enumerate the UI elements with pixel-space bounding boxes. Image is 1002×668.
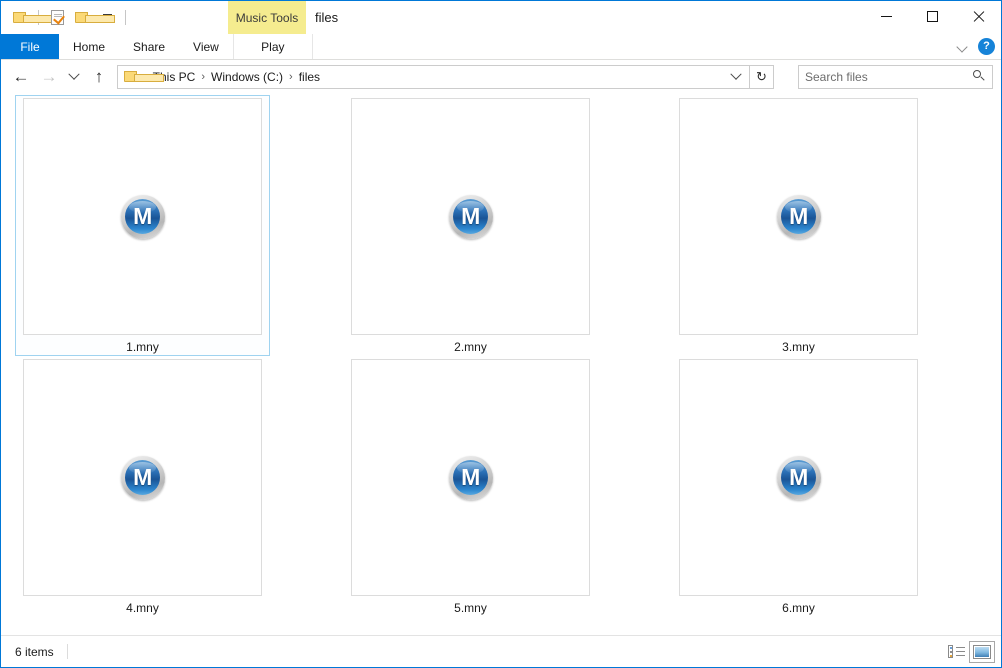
address-bar: ← → ↑ › This PC › Windows (C:) › files: [1, 60, 1001, 93]
money-file-icon: M: [449, 195, 493, 239]
qat-separator-2: [125, 10, 126, 25]
folder-icon[interactable]: [9, 7, 31, 29]
ribbon-right-controls: ?: [957, 34, 995, 59]
tab-home[interactable]: Home: [59, 34, 119, 59]
file-name-label: 6.mny: [782, 600, 815, 616]
breadcrumb[interactable]: › This PC › Windows (C:) › files: [117, 65, 750, 89]
details-view-icon: [948, 645, 965, 658]
money-icon-letter: M: [133, 466, 152, 489]
money-icon-letter: M: [461, 205, 480, 228]
item-count-label: 6 items: [15, 645, 54, 659]
money-icon-letter: M: [789, 205, 808, 228]
file-name-label: 4.mny: [126, 600, 159, 616]
file-grid: M 1.mny M 2.mny M 3.mn: [15, 95, 1001, 617]
chevron-down-icon[interactable]: [957, 41, 969, 53]
minimize-button[interactable]: [863, 1, 909, 31]
money-file-icon: M: [121, 195, 165, 239]
money-file-icon: M: [121, 456, 165, 500]
back-arrow-icon: ←: [13, 68, 30, 85]
new-folder-icon[interactable]: [71, 7, 93, 29]
file-item[interactable]: M 5.mny: [343, 356, 598, 617]
breadcrumb-item-windows-c[interactable]: Windows (C:): [207, 70, 287, 84]
maximize-icon: [927, 11, 938, 22]
large-icons-view-icon: [973, 645, 991, 659]
file-item[interactable]: M 2.mny: [343, 95, 598, 356]
contextual-tab-header: Music Tools: [228, 1, 306, 34]
money-file-icon: M: [777, 195, 821, 239]
breadcrumb-item-files[interactable]: files: [295, 70, 324, 84]
file-thumbnail: M: [679, 98, 918, 335]
file-thumbnail: M: [351, 359, 590, 596]
money-icon-letter: M: [133, 205, 152, 228]
address-dropdown-button[interactable]: [725, 66, 747, 88]
new-folder-glyph: [75, 11, 90, 24]
up-arrow-icon: ↑: [95, 68, 104, 85]
file-thumbnail: M: [351, 98, 590, 335]
file-item[interactable]: M 6.mny: [671, 356, 926, 617]
minimize-icon: [881, 16, 892, 17]
file-explorer-window: Music Tools files File Home Share View P…: [0, 0, 1002, 668]
help-icon[interactable]: ?: [978, 38, 995, 55]
file-list-area[interactable]: M 1.mny M 2.mny M 3.mn: [1, 93, 1001, 635]
forward-arrow-icon: →: [41, 68, 58, 85]
title-bar: Music Tools files: [1, 1, 1001, 34]
up-button[interactable]: ↑: [85, 63, 113, 91]
chevron-down-icon: [68, 68, 79, 79]
search-box[interactable]: Search files: [798, 65, 993, 89]
window-title: files: [315, 1, 338, 34]
breadcrumb-separator: ›: [199, 71, 207, 83]
status-bar: 6 items: [1, 635, 1001, 667]
tab-play[interactable]: Play: [233, 34, 313, 59]
back-button[interactable]: ←: [7, 63, 35, 91]
refresh-button[interactable]: ↻: [750, 65, 774, 89]
status-separator: [67, 644, 68, 659]
folder-glyph: [13, 11, 28, 24]
details-view-button[interactable]: [943, 641, 969, 663]
window-controls: [863, 1, 1001, 31]
properties-glyph: [51, 10, 64, 25]
file-name-label: 5.mny: [454, 600, 487, 616]
tab-file[interactable]: File: [1, 34, 59, 59]
folder-icon: [124, 70, 139, 83]
forward-button[interactable]: →: [35, 63, 63, 91]
ribbon-tab-strip: File Home Share View Play ?: [1, 34, 1001, 60]
money-icon-letter: M: [789, 466, 808, 489]
close-icon: [972, 10, 985, 23]
tab-share[interactable]: Share: [119, 34, 179, 59]
file-name-label: 3.mny: [782, 339, 815, 355]
file-thumbnail: M: [23, 98, 262, 335]
large-icons-view-button[interactable]: [969, 641, 995, 663]
maximize-button[interactable]: [909, 1, 955, 31]
money-file-icon: M: [449, 456, 493, 500]
money-file-icon: M: [777, 456, 821, 500]
file-item[interactable]: M 4.mny: [15, 356, 270, 617]
breadcrumb-separator: ›: [287, 71, 295, 83]
breadcrumb-list: › This PC › Windows (C:) › files: [141, 70, 725, 84]
file-item[interactable]: M 3.mny: [671, 95, 926, 356]
tab-view[interactable]: View: [179, 34, 233, 59]
file-name-label: 1.mny: [126, 339, 159, 355]
file-name-label: 2.mny: [454, 339, 487, 355]
file-item[interactable]: M 1.mny: [15, 95, 270, 356]
file-thumbnail: M: [23, 359, 262, 596]
file-thumbnail: M: [679, 359, 918, 596]
chevron-down-icon: [730, 68, 741, 79]
search-input[interactable]: Search files: [805, 70, 973, 84]
close-button[interactable]: [955, 1, 1001, 31]
money-icon-letter: M: [461, 466, 480, 489]
quick-access-toolbar: [1, 1, 130, 34]
recent-locations-button[interactable]: [63, 63, 85, 91]
search-icon[interactable]: [973, 70, 986, 83]
